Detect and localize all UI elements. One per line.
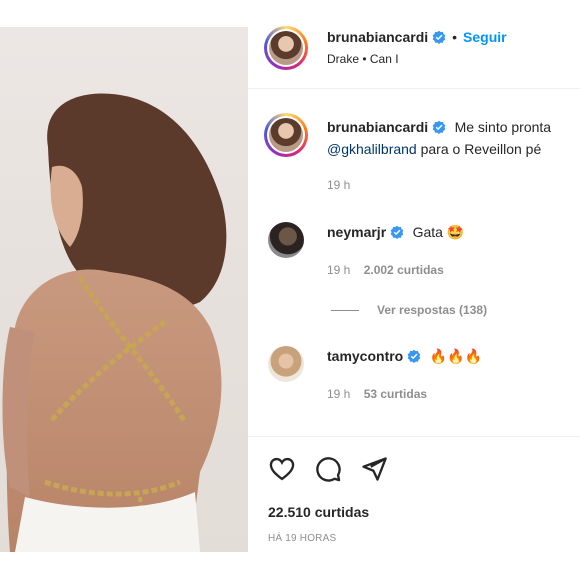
verified-badge-icon (390, 225, 404, 239)
comment: neymarjr Gata 🤩 (327, 224, 464, 242)
verified-badge-icon (407, 349, 421, 363)
post-sidebar: brunabiancardi • Seguir Drake • Can I brun… (248, 0, 580, 580)
view-replies-label: Ver respostas (138) (377, 303, 488, 317)
post-photo-image (2, 93, 227, 552)
comment-avatar[interactable] (268, 346, 304, 382)
comment-likes[interactable]: 2.002 curtidas (364, 263, 444, 277)
comment-text: 🔥🔥🔥 (429, 348, 482, 364)
post-actions: 22.510 curtidas HÁ 19 HORAS (248, 436, 580, 581)
follow-button[interactable]: Seguir (463, 29, 507, 45)
comment-username[interactable]: tamycontro (327, 348, 403, 364)
share-send-icon[interactable] (360, 455, 388, 483)
comment-text: Gata 🤩 (412, 224, 465, 240)
comment-time[interactable]: 19 h (327, 263, 350, 277)
comment-avatar[interactable] (268, 222, 304, 258)
caption-avatar[interactable] (264, 113, 308, 157)
author-line: brunabiancardi • Seguir (327, 29, 507, 47)
caption-time[interactable]: 19 h (327, 178, 350, 192)
comment: tamycontro 🔥🔥🔥 (327, 348, 482, 366)
comment-username[interactable]: neymarjr (327, 224, 386, 240)
author-username[interactable]: brunabiancardi (327, 29, 428, 45)
separator-dot: • (452, 29, 458, 45)
caption-mention[interactable]: @gkhalilbrand (327, 141, 417, 157)
caption-username[interactable]: brunabiancardi (327, 119, 428, 135)
post-photo[interactable] (0, 27, 248, 552)
caption-text: Me sinto pronta (454, 119, 552, 135)
replies-divider (331, 310, 359, 312)
posted-time[interactable]: HÁ 19 HORAS (268, 533, 336, 544)
caption-line-2: @gkhalilbrand para o Reveillon pé (327, 141, 541, 157)
comment-meta: 19 h 53 curtidas (327, 387, 427, 401)
like-heart-icon[interactable] (268, 455, 296, 483)
caption-line-1: brunabiancardi Me sinto pronta (327, 119, 551, 137)
likes-count[interactable]: 22.510 curtidas (268, 504, 369, 520)
author-avatar[interactable] (264, 26, 308, 70)
comment-meta: 19 h 2.002 curtidas (327, 263, 444, 277)
post-header: brunabiancardi • Seguir Drake • Can I (248, 0, 580, 89)
verified-badge-icon (432, 120, 446, 134)
view-replies-button[interactable]: Ver respostas (138) (331, 303, 487, 317)
comment-bubble-icon[interactable] (314, 455, 342, 483)
comment-likes[interactable]: 53 curtidas (364, 387, 427, 401)
comment-time[interactable]: 19 h (327, 387, 350, 401)
verified-badge-icon (432, 30, 446, 44)
song-label[interactable]: Drake • Can I (327, 52, 399, 66)
caption-text-continued: para o Reveillon pé (416, 141, 542, 157)
